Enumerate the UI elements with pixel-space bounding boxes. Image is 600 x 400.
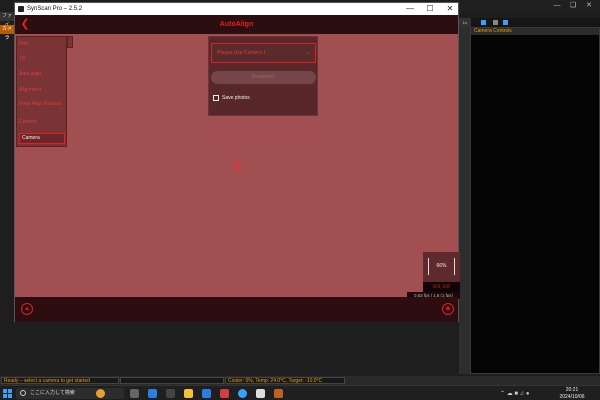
back-arrow-icon[interactable]: ❮ <box>19 18 31 30</box>
menu-item-polar-align[interactable]: Polar Align Routine <box>19 101 65 108</box>
bottom-bar: ▲ ◉ <box>15 297 458 322</box>
crosshair-icon <box>232 159 244 171</box>
host-tool-icon[interactable] <box>493 20 498 25</box>
app-header: AutoAlign ❮ <box>15 15 458 34</box>
camera-select-value: Please Use Camera 1 <box>217 50 266 56</box>
camera-select[interactable]: Please Use Camera 1 ⌄ <box>211 43 316 63</box>
host-titlebar: — ❏ ✕ <box>459 0 600 12</box>
host-tab-camera[interactable]: カメラ <box>0 25 14 41</box>
properties-button[interactable]: Properties <box>211 71 316 84</box>
status-empty <box>120 377 224 384</box>
taskbar-clock[interactable]: 20:21 2024/10/06 <box>552 387 592 400</box>
host-tool-icon[interactable] <box>481 20 486 25</box>
weather-icon[interactable] <box>96 389 105 398</box>
host-divider <box>459 27 470 374</box>
host-maximize-button[interactable]: ❏ <box>565 0 581 12</box>
host-left-tabs: ファイ カメラ <box>0 12 14 42</box>
host-tool-button[interactable]: Lc <box>459 18 471 27</box>
coordinate-readout: 0.0, 0.0 <box>423 282 460 292</box>
autoalign-panel: Please Use Camera 1 ⌄ Properties Save ph… <box>208 36 318 116</box>
minimize-button[interactable]: — <box>400 3 420 15</box>
taskbar-search[interactable]: ここに入力して検索 <box>16 388 124 399</box>
capture-icon[interactable]: ◉ <box>442 303 454 315</box>
host-tool-icon[interactable] <box>503 20 508 25</box>
edge-icon[interactable] <box>148 389 157 398</box>
menu-item-alignment[interactable]: Alignment <box>19 87 65 94</box>
synscan-taskbar-icon[interactable] <box>256 389 265 398</box>
zoom-control[interactable]: 66% <box>423 252 460 282</box>
zoom-level: 66% <box>428 258 455 275</box>
search-placeholder: ここに入力して検索 <box>30 390 75 396</box>
windows-taskbar: ここに入力して検索 ⌃ ☁ ■ ♫ ● 20:21 2024/10/06 <box>0 385 600 400</box>
task-view-icon[interactable] <box>130 389 139 398</box>
menu-collapse-tab[interactable] <box>67 36 73 48</box>
app-icon-2[interactable] <box>220 389 229 398</box>
close-button[interactable]: ✕ <box>440 3 460 15</box>
windows-start-icon[interactable] <box>3 389 12 398</box>
home-icon[interactable]: ▲ <box>21 303 33 315</box>
maximize-button[interactable]: ☐ <box>420 3 440 15</box>
store-icon[interactable] <box>202 389 211 398</box>
host-toolbar: Lc <box>459 18 600 27</box>
system-tray[interactable]: ⌃ ☁ ■ ♫ ● <box>500 390 529 397</box>
menu-item-camera-sub[interactable]: Camera <box>19 119 65 126</box>
camera-preview[interactable]: Plot Tilt Auto align Alignment Polar Ali… <box>15 34 460 299</box>
menu-item-auto-align[interactable]: Auto align <box>19 71 65 78</box>
camera-controls-panel: Camera Controls <box>470 27 600 374</box>
save-photos-checkbox[interactable] <box>213 95 219 101</box>
clock-date: 2024/10/06 <box>559 393 585 400</box>
menu-item-tilt[interactable]: Tilt <box>19 56 65 63</box>
menu-item-plot[interactable]: Plot <box>19 41 65 48</box>
chevron-down-icon: ⌄ <box>305 50 311 56</box>
app-logo-icon <box>18 6 24 12</box>
menu-item-camera[interactable]: Camera <box>19 133 65 144</box>
chrome-icon[interactable] <box>238 389 247 398</box>
file-explorer-icon[interactable] <box>184 389 193 398</box>
save-photos-label: Save photos <box>222 95 250 101</box>
sharpcap-taskbar-icon[interactable] <box>274 389 283 398</box>
status-message: Ready – select a camera to get started <box>1 377 119 384</box>
app-icon[interactable] <box>166 389 175 398</box>
page-title: AutoAlign <box>219 21 254 28</box>
camera-controls-title: Camera Controls <box>471 28 599 35</box>
window-title: SynScan Pro – 2.5.2 <box>27 6 83 12</box>
cooler-status: Cooler: 0%, Temp: 24.0°C, Target: -10.0°… <box>225 377 345 384</box>
host-statusbar: Ready – select a camera to get started C… <box>0 376 600 385</box>
window-titlebar: SynScan Pro – 2.5.2 — ☐ ✕ <box>15 3 458 15</box>
synscan-window: SynScan Pro – 2.5.2 — ☐ ✕ AutoAlign ❮ Pl… <box>14 2 460 322</box>
host-minimize-button[interactable]: — <box>549 0 565 12</box>
side-menu: Plot Tilt Auto align Alignment Polar Ali… <box>16 36 67 147</box>
search-icon <box>20 390 26 396</box>
host-tab-file[interactable]: ファイ <box>0 12 14 28</box>
host-close-button[interactable]: ✕ <box>581 0 597 12</box>
